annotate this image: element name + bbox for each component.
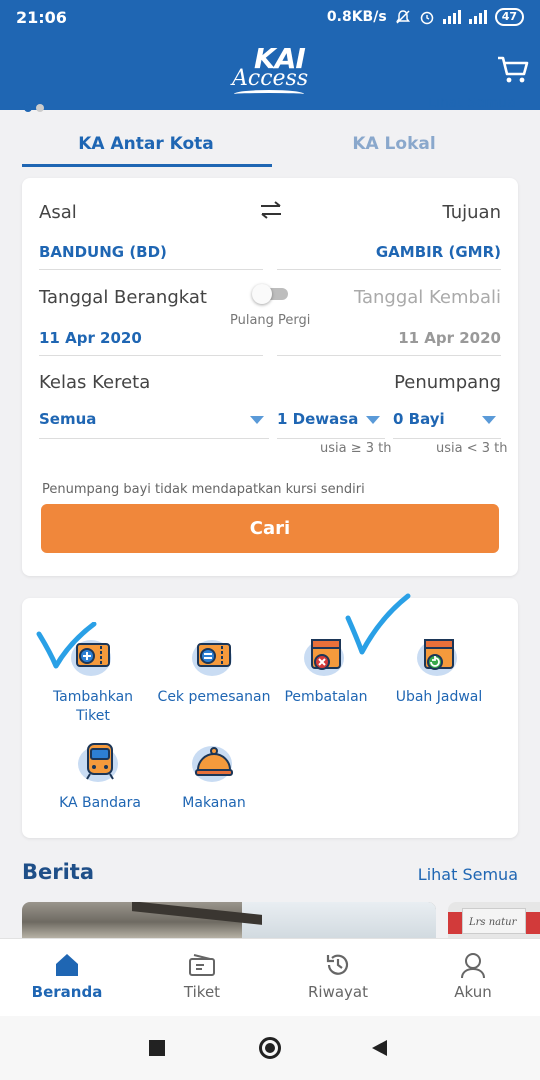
class-label: Kelas Kereta [39, 372, 151, 393]
signal-icon-2 [468, 10, 487, 24]
history-icon [326, 954, 349, 975]
booking-form-card: Asal Tujuan BANDUNG (BD) GAMBIR (GMR) Ta… [22, 178, 518, 576]
menu-label: Ubah Jadwal [395, 689, 483, 705]
status-bar: 21:06 0.8KB/s 47 [0, 0, 540, 34]
depart-date-field[interactable]: 11 Apr 2020 [39, 329, 142, 347]
nav-item-beranda[interactable]: Beranda [12, 951, 122, 1001]
menu-label: KA Bandara [59, 795, 141, 811]
menu-label: Cek pemesanan [157, 689, 271, 705]
kai-access-logo: KAI Access [232, 40, 314, 102]
roundtrip-toggle[interactable] [252, 282, 290, 304]
nav-item-akun[interactable]: Akun [418, 951, 528, 1001]
recent-apps-button[interactable] [149, 1040, 165, 1056]
train-icon [78, 743, 118, 782]
back-button[interactable] [372, 1040, 387, 1056]
news-section-title: Berita [22, 860, 95, 884]
menu-label: Tambahkan Tiket [52, 689, 134, 724]
destination-label: Tujuan [442, 202, 501, 223]
user-icon [461, 953, 485, 979]
home-button[interactable] [259, 1037, 281, 1059]
chevron-down-icon[interactable] [366, 416, 380, 424]
active-tab-indicator [22, 164, 272, 167]
annotation-check-icon [345, 593, 411, 655]
nav-item-riwayat[interactable]: Riwayat [283, 951, 393, 1001]
calendar-reschedule-icon [417, 639, 457, 676]
news-thumbnail[interactable] [22, 902, 436, 942]
swap-icon[interactable] [258, 200, 284, 220]
infant-select[interactable]: 0 Bayi [393, 410, 445, 428]
chevron-down-icon[interactable] [250, 416, 264, 424]
return-date-field[interactable]: 11 Apr 2020 [398, 329, 501, 347]
infant-age-hint: usia < 3 th [436, 441, 508, 456]
search-button[interactable]: Cari [41, 504, 499, 553]
chevron-down-icon[interactable] [482, 416, 496, 424]
battery-indicator: 47 [494, 8, 524, 26]
network-speed: 0.8KB/s [326, 9, 387, 25]
cart-icon[interactable] [496, 52, 530, 86]
origin-label: Asal [39, 202, 77, 223]
tab-ka-antar-kota[interactable]: KA Antar Kota [22, 124, 270, 168]
annotation-check-icon [36, 622, 97, 669]
calendar-cancel-icon [304, 639, 344, 676]
news-see-all-link[interactable]: Lihat Semua [418, 865, 518, 884]
passenger-label: Penumpang [394, 372, 501, 393]
menu-label: Pembatalan [284, 689, 368, 705]
status-time: 21:06 [16, 7, 67, 27]
food-bell-icon [192, 746, 233, 782]
home-icon [56, 954, 78, 976]
menu-label: Makanan [182, 795, 246, 811]
signal-icon [442, 10, 461, 24]
carousel-indicator [24, 104, 44, 112]
depart-date-label: Tanggal Berangkat [39, 287, 207, 308]
nav-item-tiket[interactable]: Tiket [147, 951, 257, 1001]
adult-age-hint: usia ≥ 3 th [320, 441, 392, 456]
roundtrip-label: Pulang Pergi [230, 313, 311, 328]
tab-ka-lokal[interactable]: KA Lokal [270, 124, 518, 168]
class-select[interactable]: Semua [39, 410, 96, 428]
menu-item-cek-pemesanan[interactable]: Cek pemesanan [155, 632, 273, 707]
menu-item-ka-bandara[interactable]: KA Bandara [41, 738, 159, 813]
route-tabs: KA Antar Kota KA Lokal [22, 124, 518, 168]
bottom-navigation: Beranda Tiket Riwayat Akun [0, 938, 540, 1016]
origin-field[interactable]: BANDUNG (BD) [39, 243, 167, 261]
system-navigation-bar [0, 1016, 540, 1080]
destination-field[interactable]: GAMBIR (GMR) [376, 243, 501, 261]
carousel-peek-text: Lihat Semua [428, 98, 516, 111]
ticket-icon [189, 954, 215, 976]
mute-icon [395, 10, 410, 24]
ticket-check-icon [192, 640, 232, 676]
infant-seat-note: Penumpang bayi tidak mendapatkan kursi s… [42, 482, 365, 497]
menu-item-makanan[interactable]: Makanan [155, 738, 273, 813]
news-thumbnail[interactable]: Lrs natur [448, 902, 540, 942]
alarm-icon [420, 11, 433, 25]
adult-select[interactable]: 1 Dewasa [277, 410, 358, 428]
return-date-label: Tanggal Kembali [353, 287, 501, 308]
